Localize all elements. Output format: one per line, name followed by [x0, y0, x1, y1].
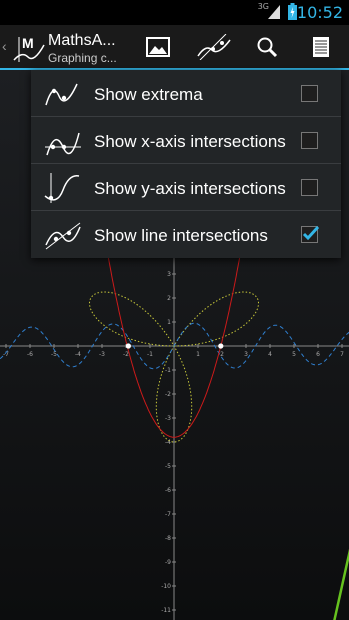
search-button[interactable]: [252, 33, 282, 61]
y-tick-label: -5: [165, 463, 171, 470]
y-tick-label: -8: [165, 535, 171, 542]
menu-item-show-x-intersections[interactable]: Show x-axis intersections: [31, 117, 341, 164]
graph-features-button[interactable]: [197, 33, 231, 61]
y-tick-label: -9: [165, 559, 171, 566]
menu-item-label: Show extrema: [94, 85, 203, 104]
image-button[interactable]: [143, 33, 173, 61]
y-tick-label: -6: [165, 487, 171, 494]
menu-item-show-line-intersections[interactable]: Show line intersections: [31, 211, 341, 258]
extrema-checkbox[interactable]: [301, 85, 318, 102]
search-icon: [257, 37, 278, 58]
action-bar: ‹ M MathsA... Graphing c...: [0, 25, 349, 70]
y-tick-label: 3: [167, 271, 171, 278]
y-tick-label: -11: [161, 607, 171, 614]
app-title: MathsA...: [48, 32, 116, 49]
svg-text:M: M: [22, 35, 34, 51]
x-tick-label: 5: [292, 351, 296, 358]
overflow-menu-button[interactable]: [306, 33, 336, 61]
menu-item-show-extrema[interactable]: Show extrema: [31, 70, 341, 117]
graph-options-menu: Show extrema Show x-axis intersections S…: [31, 70, 341, 258]
x-tick-label: 4: [268, 351, 272, 358]
x-tick-label: -4: [75, 351, 81, 358]
x-tick-label: -3: [99, 351, 105, 358]
battery-icon: [288, 3, 297, 20]
image-icon: [146, 37, 170, 57]
x-tick-label: -6: [27, 351, 33, 358]
app-logo[interactable]: M: [12, 33, 46, 63]
signal-icon: [268, 5, 280, 19]
up-caret-icon[interactable]: ‹: [2, 38, 7, 54]
x-tick-label: -5: [51, 351, 57, 358]
intersection-point: [125, 343, 131, 349]
line-intersections-icon: [45, 222, 81, 250]
intersection-point: [218, 343, 224, 349]
x-intersections-icon: [45, 132, 81, 156]
extrema-icon: [45, 83, 78, 106]
x-tick-label: -1: [147, 351, 153, 358]
line-intersections-checkbox[interactable]: [301, 225, 319, 243]
y-tick-label: 1: [167, 319, 171, 326]
x-intersections-checkbox[interactable]: [301, 132, 318, 149]
menu-item-label: Show y-axis intersections: [94, 179, 286, 198]
x-tick-label: 6: [316, 351, 320, 358]
status-bar: 3G 10:52: [0, 0, 349, 25]
y-tick-label: -1: [165, 367, 171, 374]
y-intersections-icon: [44, 173, 80, 203]
y-tick-label: -4: [165, 439, 171, 446]
clock: 10:52: [296, 3, 343, 22]
y-tick-label: -10: [161, 583, 171, 590]
x-tick-label: 1: [196, 351, 200, 358]
curve-icon: [197, 34, 231, 60]
x-tick-label: 3: [244, 351, 248, 358]
checkmark-icon: [302, 225, 319, 241]
menu-icon: [313, 37, 329, 57]
y-tick-label: -3: [165, 415, 171, 422]
menu-item-show-y-intersections[interactable]: Show y-axis intersections: [31, 164, 341, 211]
y-intersections-checkbox[interactable]: [301, 179, 318, 196]
y-tick-label: -2: [165, 391, 171, 398]
y-tick-label: 2: [167, 295, 171, 302]
y-tick-label: -7: [165, 511, 171, 518]
app-subtitle: Graphing c...: [48, 51, 117, 65]
x-tick-label: 7: [340, 351, 344, 358]
x-tick-label: 2: [220, 351, 224, 358]
x-tick-label: -2: [123, 351, 129, 358]
menu-item-label: Show x-axis intersections: [94, 132, 286, 151]
menu-item-label: Show line intersections: [94, 226, 268, 245]
